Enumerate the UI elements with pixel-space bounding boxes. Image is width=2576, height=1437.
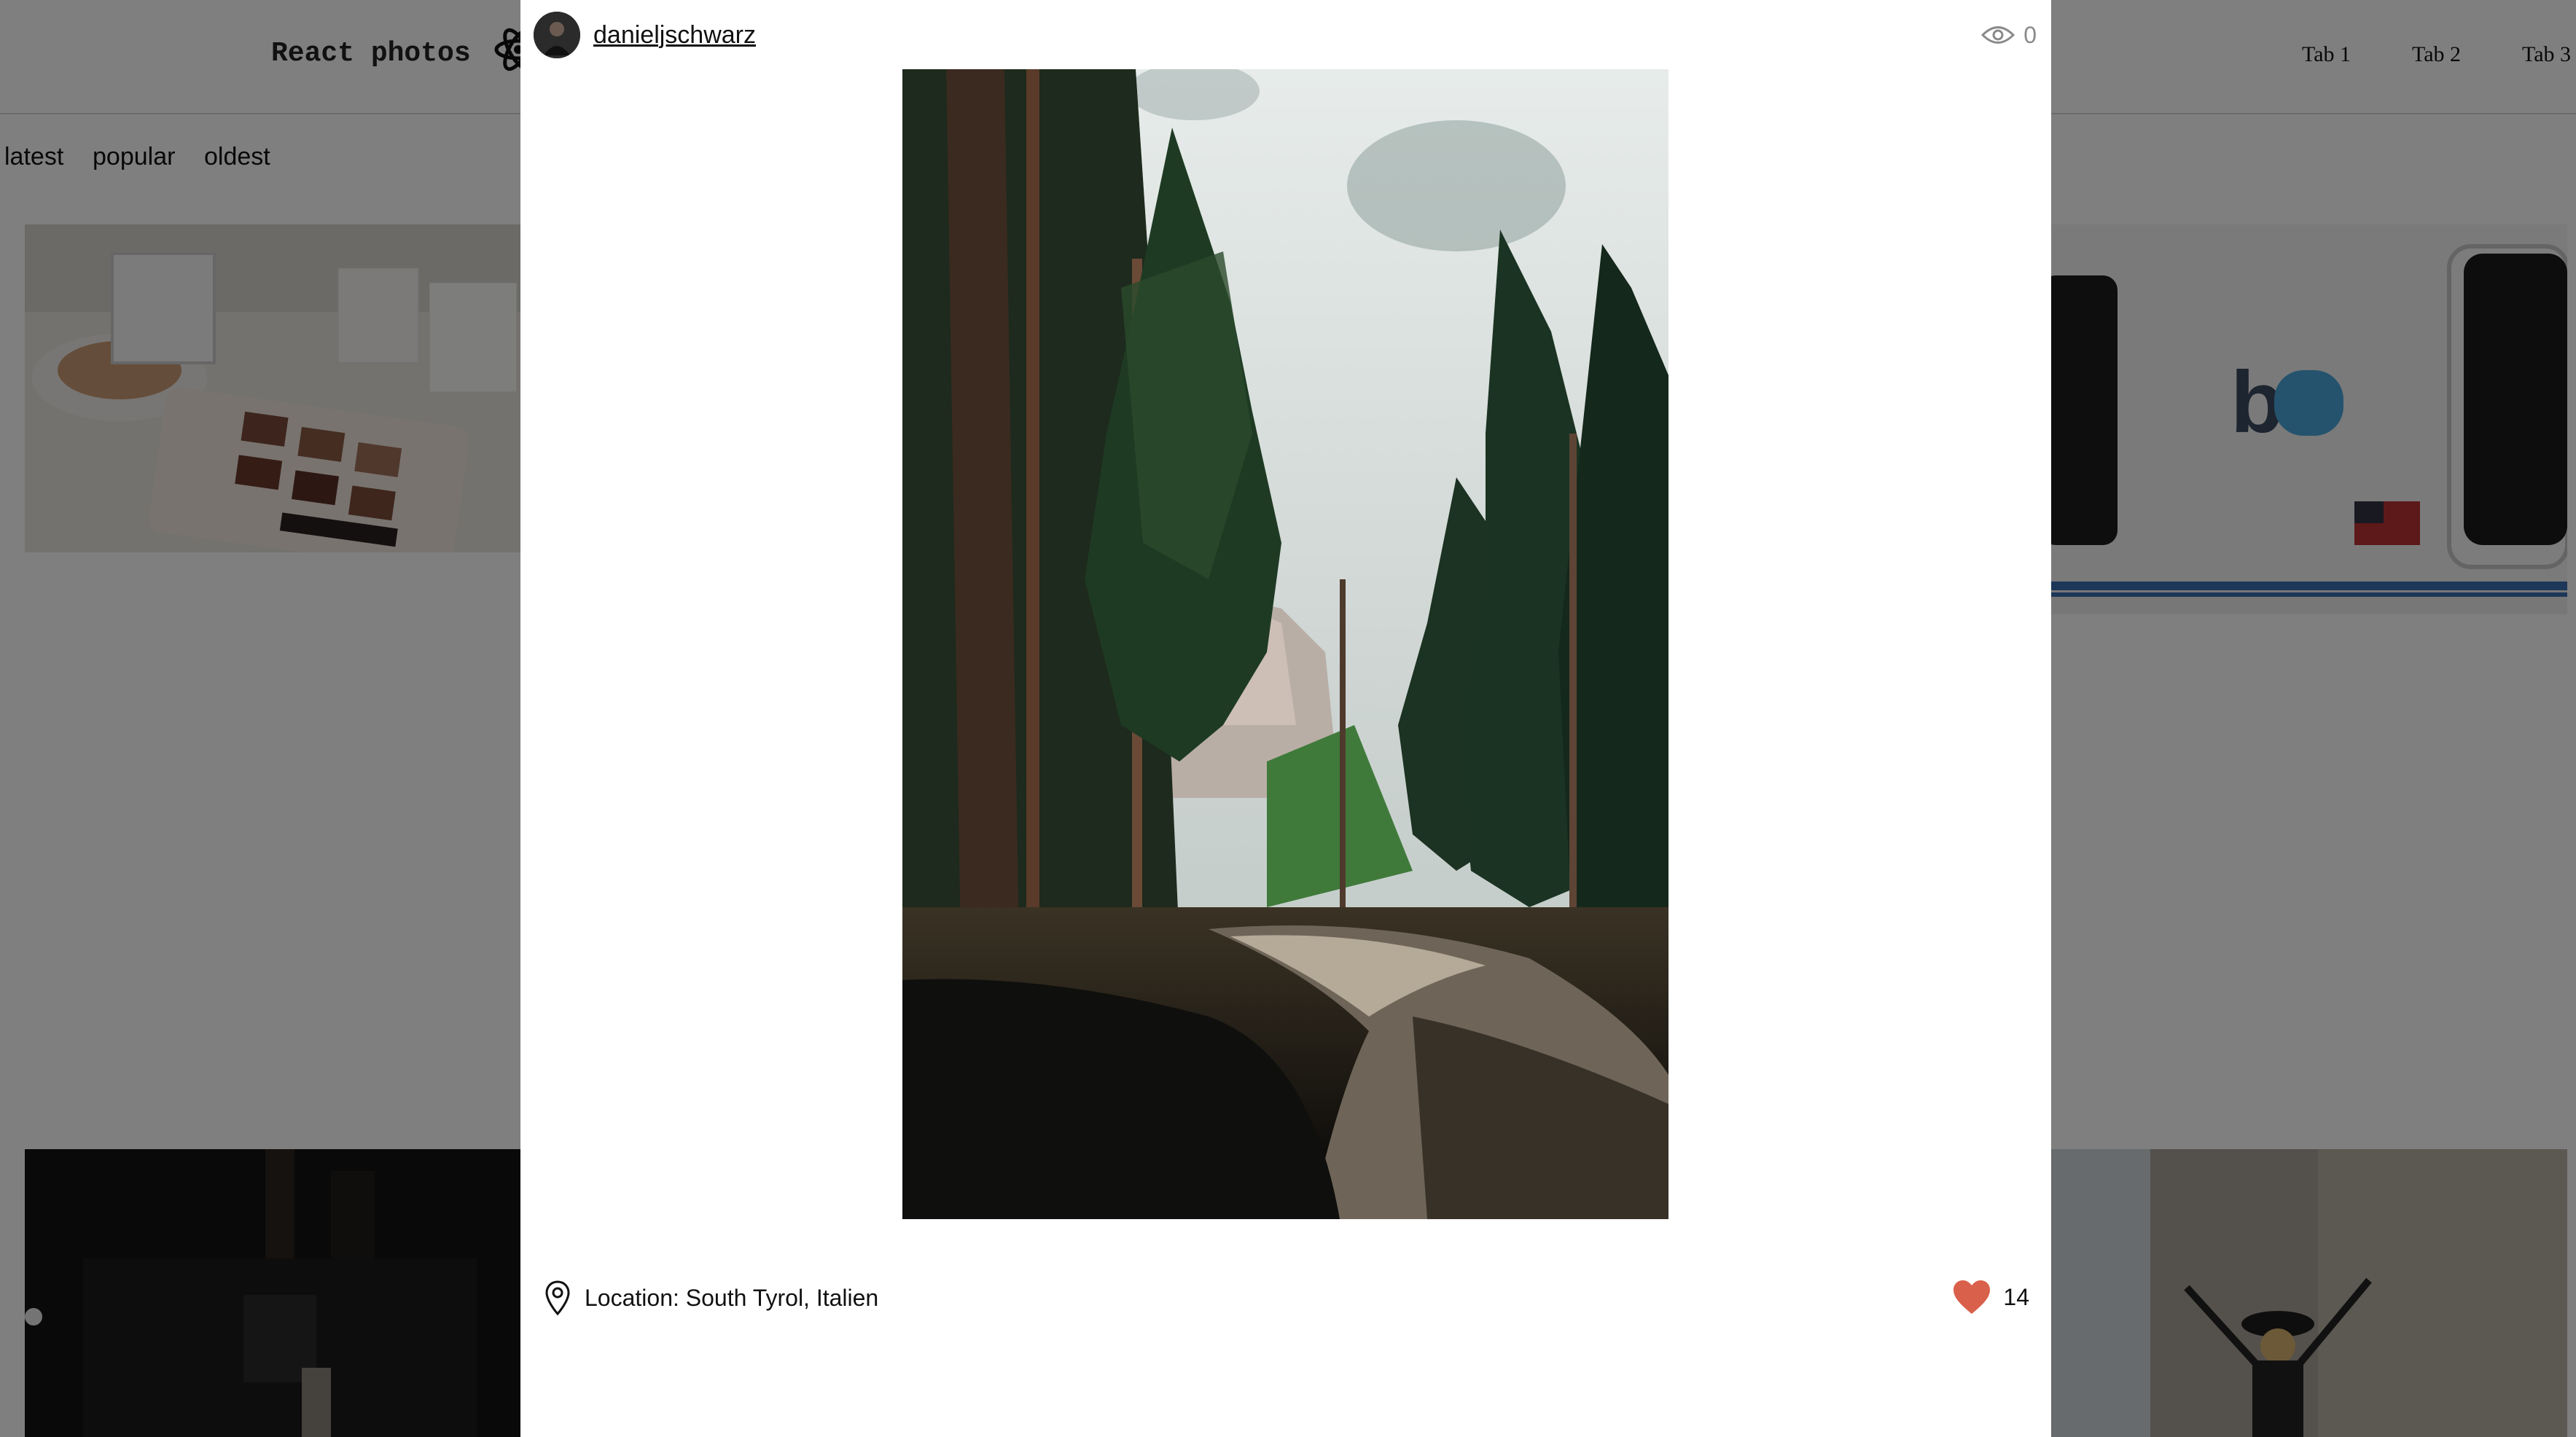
photo-modal: danieljschwarz 0 Location: South Tyrol, … (520, 0, 2051, 1437)
views-count: 0 (2023, 21, 2037, 48)
likes-counter: 14 (1952, 1277, 2029, 1317)
main-photo (902, 69, 1668, 1219)
likes-count: 14 (2003, 1283, 2029, 1310)
heart-icon[interactable] (1952, 1279, 1991, 1315)
views-counter: 0 (1981, 19, 2037, 51)
eye-icon (1981, 26, 2015, 44)
page: React photos Tab 1 Tab 2 Tab 3 latest po… (0, 0, 2576, 1437)
map-pin-icon (545, 1280, 570, 1316)
avatar[interactable] (534, 12, 580, 58)
photo-location: Location: South Tyrol, Italien (544, 1279, 878, 1317)
location-text: Location: South Tyrol, Italien (585, 1284, 879, 1311)
author-username-link[interactable]: danieljschwarz (593, 21, 756, 50)
photo-author: danieljschwarz (534, 12, 756, 58)
